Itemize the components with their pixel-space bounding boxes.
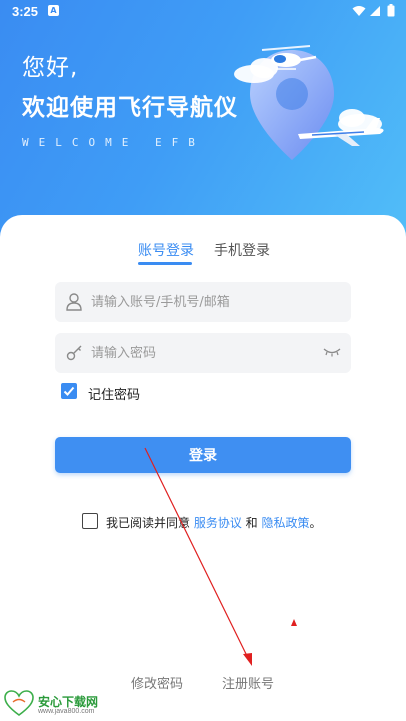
battery-icon (387, 4, 395, 17)
watermark: 安心下载网 www.java800.com (4, 690, 124, 718)
agreement-checkbox[interactable] (82, 513, 98, 529)
notification-badge-icon: A (48, 5, 59, 16)
greeting-text: 您好, (22, 55, 79, 81)
welcome-subtitle: WELCOME EFB (22, 136, 205, 149)
remember-label: 记住密码 (88, 388, 141, 403)
welcome-title: 欢迎使用飞行导航仪 (22, 95, 238, 121)
modify-password-link[interactable]: 修改密码 (131, 673, 183, 692)
wifi-icon (352, 6, 366, 16)
login-card: 账号登录 手机登录 记住密码 登录 (0, 215, 406, 721)
agreement-conjunction: 和 (241, 516, 262, 530)
agreement-row: 我已阅读并同意 服务协议 和 隐私政策。 (82, 513, 342, 531)
login-button[interactable]: 登录 (55, 437, 351, 473)
password-field[interactable] (55, 333, 351, 373)
remember-checkbox[interactable] (61, 383, 77, 399)
password-input[interactable] (91, 333, 311, 373)
eye-closed-icon[interactable] (323, 347, 341, 357)
status-bar: 3:25 A (0, 0, 406, 24)
key-icon (66, 345, 82, 361)
heart-logo-icon (4, 690, 34, 716)
username-field[interactable] (55, 282, 351, 322)
service-agreement-link[interactable]: 服务协议 (194, 516, 242, 530)
active-tab-indicator (138, 262, 192, 265)
tab-phone-login[interactable]: 手机登录 (214, 240, 270, 260)
username-input[interactable] (91, 282, 311, 322)
agreement-text: 我已阅读并同意 服务协议 和 隐私政策。 (106, 514, 322, 531)
checkmark-icon (63, 386, 75, 396)
agreement-suffix: 。 (309, 516, 322, 530)
tab-account-login[interactable]: 账号登录 (138, 240, 194, 260)
aviation-illustration (234, 45, 384, 160)
status-time: 3:25 (12, 4, 39, 19)
register-account-link[interactable]: 注册账号 (222, 673, 274, 692)
signal-icon (370, 6, 380, 16)
agreement-prefix: 我已阅读并同意 (106, 516, 194, 530)
watermark-url: www.java800.com (38, 708, 95, 715)
user-icon (66, 293, 82, 311)
privacy-policy-link[interactable]: 隐私政策 (261, 516, 309, 530)
